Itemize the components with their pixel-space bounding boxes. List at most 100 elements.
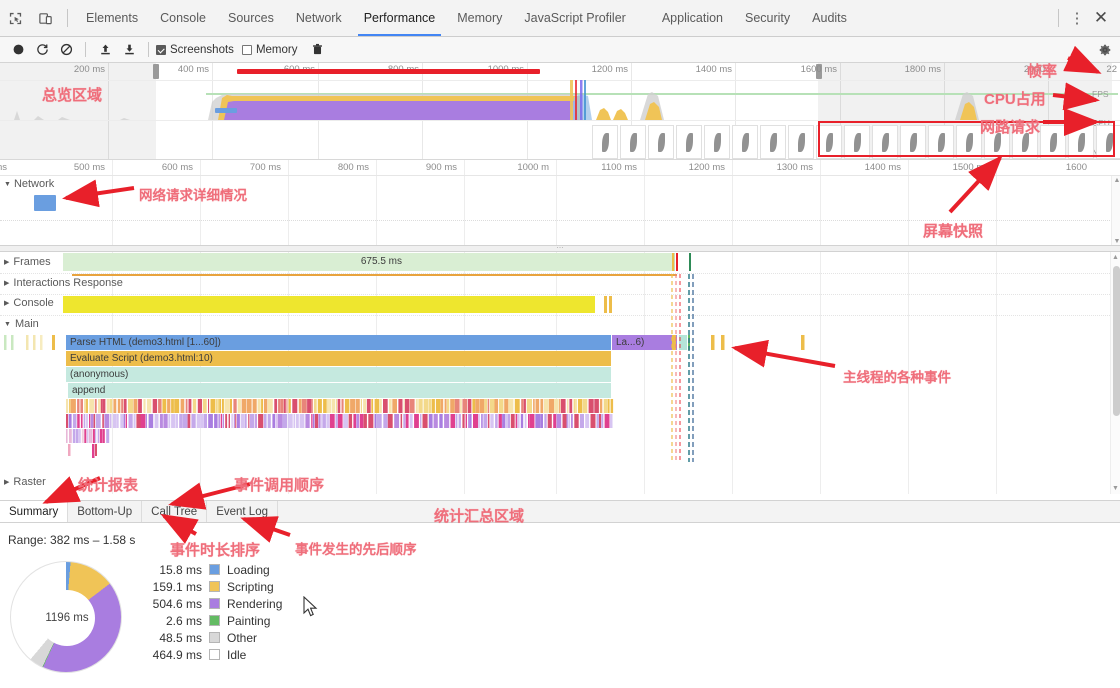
main-micro-event[interactable] xyxy=(66,429,68,443)
main-micro-event[interactable] xyxy=(217,399,219,413)
main-micro-event[interactable] xyxy=(499,414,502,428)
main-micro-event[interactable] xyxy=(219,399,221,413)
main-micro-event[interactable] xyxy=(225,399,230,413)
filmstrip-frame[interactable] xyxy=(816,125,842,159)
main-micro-event[interactable] xyxy=(472,399,475,413)
save-profile-icon[interactable] xyxy=(117,43,141,56)
main-micro-event[interactable] xyxy=(77,399,79,413)
main-micro-event[interactable] xyxy=(540,399,543,413)
main-micro-event[interactable] xyxy=(585,414,589,428)
filmstrip-frame[interactable] xyxy=(956,125,982,159)
main-micro-event[interactable] xyxy=(350,399,355,413)
main-micro-event[interactable] xyxy=(336,414,338,428)
main-micro-event[interactable] xyxy=(176,414,178,428)
main-micro-event[interactable] xyxy=(557,414,562,428)
tab-memory[interactable]: Memory xyxy=(446,0,513,36)
main-micro-event[interactable] xyxy=(578,399,582,413)
main-micro-event[interactable] xyxy=(141,414,146,428)
main-micro-event[interactable] xyxy=(439,414,442,428)
main-micro-event-deep[interactable] xyxy=(95,444,97,456)
main-micro-event[interactable] xyxy=(345,399,350,413)
main-micro-event[interactable] xyxy=(406,414,409,428)
main-micro-event[interactable] xyxy=(162,399,166,413)
main-micro-event[interactable] xyxy=(336,399,337,413)
main-micro-event[interactable] xyxy=(582,399,587,413)
flame-scrollbar[interactable]: ▲ ▼ xyxy=(1110,252,1120,494)
main-micro-event[interactable] xyxy=(364,414,367,428)
main-micro-event[interactable] xyxy=(530,414,535,428)
main-micro-event[interactable] xyxy=(203,399,207,413)
main-micro-event[interactable] xyxy=(488,399,490,413)
pane-splitter[interactable]: ⋯ xyxy=(0,245,1120,252)
main-micro-event[interactable] xyxy=(168,414,170,428)
memory-checkbox-box[interactable] xyxy=(242,45,252,55)
tab-network[interactable]: Network xyxy=(285,0,353,36)
tab-javascript-profiler[interactable]: JavaScript Profiler xyxy=(513,0,636,36)
main-micro-event[interactable] xyxy=(155,414,159,428)
main-micro-event[interactable] xyxy=(283,414,288,428)
main-micro-event[interactable] xyxy=(84,429,86,443)
scroll-up-arrow-icon[interactable]: ▲ xyxy=(1114,177,1120,184)
main-micro-event[interactable] xyxy=(360,414,364,428)
tab-bottom-up[interactable]: Bottom-Up xyxy=(68,501,142,522)
filmstrip-frame[interactable] xyxy=(1096,125,1120,159)
legend-row[interactable]: 159.1 msScripting xyxy=(140,578,282,595)
main-micro-event[interactable] xyxy=(129,414,133,428)
main-micro-event[interactable] xyxy=(521,414,523,428)
main-micro-event[interactable] xyxy=(181,399,185,413)
main-micro-event[interactable] xyxy=(136,414,140,428)
main-micro-event[interactable] xyxy=(367,399,371,413)
main-micro-event[interactable] xyxy=(91,429,92,443)
main-micro-event[interactable] xyxy=(93,429,95,443)
tab-sources[interactable]: Sources xyxy=(217,0,285,36)
main-micro-event[interactable] xyxy=(73,429,75,443)
main-micro-event[interactable] xyxy=(216,399,217,413)
main-micro-event[interactable] xyxy=(225,414,227,428)
main-micro-event[interactable] xyxy=(525,414,527,428)
main-micro-event[interactable] xyxy=(258,399,261,413)
main-micro-event[interactable] xyxy=(163,414,167,428)
main-micro-event[interactable] xyxy=(261,399,263,413)
more-options-icon[interactable]: ⋮ xyxy=(1066,11,1088,26)
main-micro-event[interactable] xyxy=(479,399,484,413)
flame-group-console[interactable]: ▶ Console xyxy=(4,297,54,309)
tab-call-tree[interactable]: Call Tree xyxy=(142,501,207,522)
flame-chart-pane[interactable]: ▶ Frames 675.5 ms ▶ Interactions Respons… xyxy=(0,252,1120,494)
main-micro-event[interactable] xyxy=(264,414,267,428)
flame-group-raster[interactable]: ▶ Raster xyxy=(0,471,1120,493)
main-micro-event[interactable] xyxy=(255,414,257,428)
main-micro-event[interactable] xyxy=(511,414,515,428)
main-micro-event[interactable] xyxy=(153,399,157,413)
overview-pane[interactable]: 200 ms400 ms600 ms800 ms1000 ms1200 ms14… xyxy=(0,63,1120,159)
main-micro-event[interactable] xyxy=(528,414,530,428)
main-micro-event[interactable] xyxy=(277,414,278,428)
main-micro-event[interactable] xyxy=(278,399,281,413)
main-micro-event[interactable] xyxy=(179,414,182,428)
main-event-parse-html[interactable]: Parse HTML (demo3.html [1...60]) xyxy=(66,335,611,350)
legend-row[interactable]: 2.6 msPainting xyxy=(140,612,282,629)
main-micro-event[interactable] xyxy=(567,414,568,428)
main-micro-event[interactable] xyxy=(392,399,397,413)
main-micro-event[interactable] xyxy=(401,414,403,428)
main-micro-event[interactable] xyxy=(281,399,284,413)
main-micro-event[interactable] xyxy=(189,399,192,413)
main-micro-event[interactable] xyxy=(95,429,96,443)
legend-row[interactable]: 464.9 msIdle xyxy=(140,646,282,663)
main-event-append[interactable]: append xyxy=(68,383,611,398)
main-micro-event[interactable] xyxy=(292,399,297,413)
main-micro-event[interactable] xyxy=(608,399,610,413)
main-micro-event-deep[interactable] xyxy=(68,444,71,456)
main-micro-event[interactable] xyxy=(238,399,241,413)
network-request-bar[interactable] xyxy=(34,195,56,211)
main-micro-event[interactable] xyxy=(95,399,97,413)
main-micro-event[interactable] xyxy=(289,399,291,413)
main-micro-event[interactable] xyxy=(343,414,348,428)
main-micro-event[interactable] xyxy=(84,399,86,413)
main-micro-event[interactable] xyxy=(248,414,249,428)
main-micro-event[interactable] xyxy=(484,399,487,413)
frame-bar[interactable]: 675.5 ms xyxy=(63,253,675,271)
main-micro-event[interactable] xyxy=(69,429,72,443)
main-micro-event[interactable] xyxy=(594,399,599,413)
main-micro-event[interactable] xyxy=(286,399,287,413)
main-micro-event[interactable] xyxy=(302,399,307,413)
